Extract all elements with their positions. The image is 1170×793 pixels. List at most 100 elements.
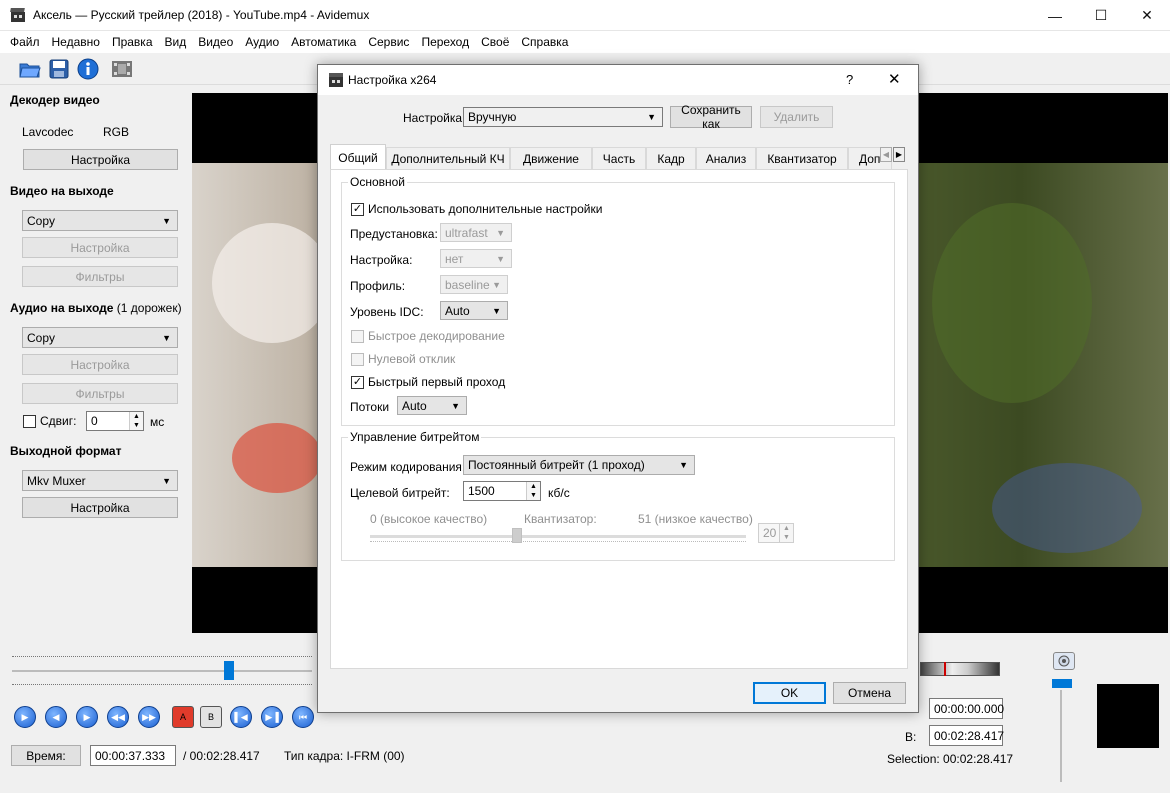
preset-label: Настройка bbox=[403, 111, 463, 125]
set-marker-a-button[interactable]: A bbox=[172, 706, 194, 728]
fast-decode-checkbox[interactable] bbox=[351, 330, 364, 343]
tab-frame[interactable]: Кадр bbox=[646, 147, 696, 169]
quantizer-slider-handle[interactable] bbox=[511, 528, 522, 543]
use-advanced-checkbox[interactable]: ✓ bbox=[351, 203, 364, 216]
volume-track[interactable] bbox=[1060, 690, 1062, 782]
open-folder-icon[interactable] bbox=[18, 57, 42, 81]
audio-shift-unit: мс bbox=[150, 415, 165, 429]
minimize-button[interactable]: — bbox=[1032, 0, 1078, 31]
chevron-down-icon: ▼ bbox=[647, 112, 656, 122]
tab-scroll-left-icon[interactable]: ◀ bbox=[880, 147, 892, 162]
volume-handle[interactable] bbox=[1052, 679, 1072, 688]
goto-marker-a-button[interactable]: ▌◀ bbox=[230, 706, 252, 728]
quantizer-slider-track[interactable] bbox=[370, 535, 746, 538]
audio-config-button[interactable]: Настройка bbox=[22, 354, 178, 375]
marker-a-icon: A bbox=[179, 712, 186, 722]
tab-partition[interactable]: Часть bbox=[592, 147, 646, 169]
maximize-button[interactable]: ☐ bbox=[1078, 0, 1124, 31]
preset-select[interactable]: Вручную ▼ bbox=[463, 107, 663, 127]
preset-value: Вручную bbox=[468, 110, 517, 124]
profile-select[interactable]: baseline ▼ bbox=[440, 275, 508, 294]
prev-keyframe-button[interactable]: ◀◀ bbox=[107, 706, 129, 728]
jog-shuttle[interactable] bbox=[920, 662, 1000, 676]
menu-recent[interactable]: Недавно bbox=[46, 35, 106, 49]
video-codec-select[interactable]: Copy ▼ bbox=[22, 210, 178, 231]
save-disk-icon[interactable] bbox=[47, 57, 71, 81]
timeline-track[interactable] bbox=[12, 670, 312, 672]
tab-quantizer[interactable]: Квантизатор bbox=[756, 147, 848, 169]
audio-output-header: Аудио на выходе (1 дорожек) bbox=[10, 301, 182, 315]
goto-start-button[interactable]: ⏮ bbox=[292, 706, 314, 728]
set-marker-b-button[interactable]: B bbox=[200, 706, 222, 728]
goto-marker-b-button[interactable]: ▶▐ bbox=[261, 706, 283, 728]
chevron-down-icon: ▼ bbox=[162, 332, 171, 343]
audio-meter bbox=[1097, 684, 1159, 748]
close-button[interactable]: ✕ bbox=[1124, 0, 1170, 31]
help-button[interactable]: ? bbox=[846, 72, 853, 87]
maximize-icon: ☐ bbox=[1094, 7, 1108, 23]
tab-motion[interactable]: Движение bbox=[510, 147, 592, 169]
tab-analysis[interactable]: Анализ bbox=[696, 147, 756, 169]
muxer-config-button[interactable]: Настройка bbox=[22, 497, 178, 518]
fast-first-pass-checkbox[interactable]: ✓ bbox=[351, 376, 364, 389]
clapperboard-icon bbox=[328, 72, 344, 88]
bitrate-group: Управление битрейтом Режим кодирования: … bbox=[341, 430, 895, 561]
tuning-select[interactable]: нет ▼ bbox=[440, 249, 512, 268]
audio-shift-spinbox[interactable]: 0 ▲ ▼ bbox=[86, 411, 144, 431]
dialog-close-button[interactable]: ✕ bbox=[888, 70, 901, 88]
menu-audio[interactable]: Аудио bbox=[239, 35, 285, 49]
volume-icon[interactable] bbox=[1053, 652, 1075, 670]
video-config-button[interactable]: Настройка bbox=[22, 237, 178, 258]
save-as-button[interactable]: Сохранить как bbox=[670, 103, 752, 131]
basic-group-title: Основной bbox=[348, 175, 408, 189]
spin-arrows-icon[interactable]: ▲ ▼ bbox=[129, 412, 143, 430]
tab-scroll-right-icon[interactable]: ▶ bbox=[893, 147, 905, 162]
menu-file[interactable]: Файл bbox=[4, 35, 46, 49]
menu-go[interactable]: Переход bbox=[415, 35, 475, 49]
video-filters-button[interactable]: Фильтры bbox=[22, 266, 178, 287]
audio-codec-select[interactable]: Copy ▼ bbox=[22, 327, 178, 348]
selection-duration: Selection: 00:02:28.417 bbox=[887, 752, 1014, 766]
delete-button[interactable]: Удалить bbox=[760, 106, 833, 128]
menu-help[interactable]: Справка bbox=[515, 35, 574, 49]
tab-advanced-rc[interactable]: Дополнительный КЧ bbox=[386, 147, 510, 169]
threads-caption: Потоки bbox=[350, 400, 398, 414]
time-button[interactable]: Время: bbox=[11, 745, 81, 766]
decoder-colorspace: RGB bbox=[103, 125, 130, 139]
quantizer-high-label: 51 (низкое качество) bbox=[638, 512, 753, 526]
target-bitrate-spinbox[interactable]: 1500 ▲ ▼ bbox=[463, 481, 541, 501]
film-strip-icon[interactable] bbox=[110, 57, 134, 81]
menu-auto[interactable]: Автоматика bbox=[285, 35, 362, 49]
spin-arrows-icon[interactable]: ▲ ▼ bbox=[779, 524, 793, 542]
marker-b-icon: B bbox=[207, 712, 214, 722]
x264-preset-select[interactable]: ultrafast ▼ bbox=[440, 223, 512, 242]
cancel-button[interactable]: Отмена bbox=[833, 682, 906, 704]
menu-tools[interactable]: Сервис bbox=[362, 35, 415, 49]
tab-general[interactable]: Общий bbox=[330, 144, 386, 170]
zero-latency-checkbox[interactable] bbox=[351, 353, 364, 366]
prev-frame-button[interactable]: ◀ bbox=[45, 706, 67, 728]
spin-arrows-icon[interactable]: ▲ ▼ bbox=[526, 482, 540, 500]
info-icon[interactable] bbox=[76, 57, 100, 81]
menu-edit[interactable]: Правка bbox=[106, 35, 159, 49]
idc-select[interactable]: Auto ▼ bbox=[440, 301, 508, 320]
timeline-handle[interactable] bbox=[224, 661, 234, 680]
next-keyframe-button[interactable]: ▶▶ bbox=[138, 706, 160, 728]
decoder-config-button[interactable]: Настройка bbox=[23, 149, 178, 170]
audio-filters-button[interactable]: Фильтры bbox=[22, 383, 178, 404]
audio-shift-checkbox[interactable] bbox=[23, 415, 36, 428]
current-time-field[interactable]: 00:00:37.333 bbox=[90, 745, 176, 766]
chevron-down-icon: ▼ bbox=[496, 253, 505, 264]
next-frame-button[interactable]: ▶ bbox=[76, 706, 98, 728]
play-button[interactable]: ▶ bbox=[14, 706, 36, 728]
ok-button[interactable]: OK bbox=[753, 682, 826, 704]
menu-custom[interactable]: Своё bbox=[475, 35, 515, 49]
muxer-select[interactable]: Mkv Muxer ▼ bbox=[22, 470, 178, 491]
menu-view[interactable]: Вид bbox=[159, 35, 193, 49]
menu-video[interactable]: Видео bbox=[192, 35, 239, 49]
threads-select[interactable]: Auto ▼ bbox=[397, 396, 467, 415]
encoding-mode-select[interactable]: Постоянный битрейт (1 проход) ▼ bbox=[463, 455, 695, 475]
decoder-title: Декодер видео bbox=[10, 93, 100, 107]
quantizer-spinbox[interactable]: 20 ▲ ▼ bbox=[758, 523, 794, 543]
output-format-title: Выходной формат bbox=[10, 444, 122, 458]
